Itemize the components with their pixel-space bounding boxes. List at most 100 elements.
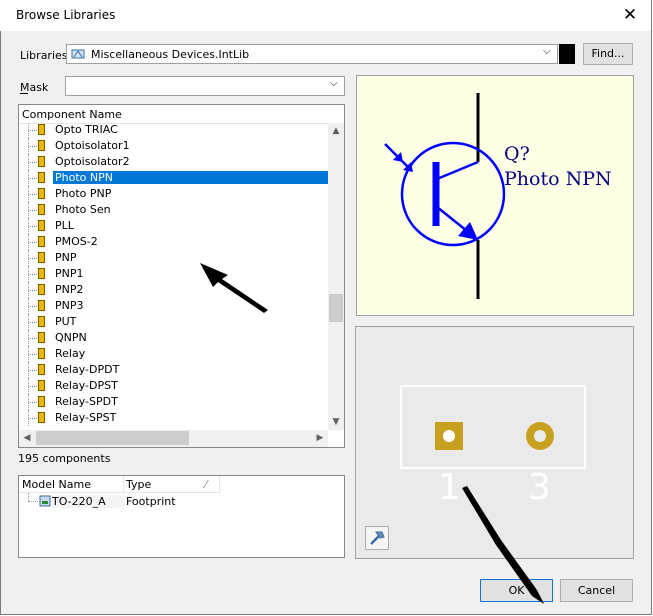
libraries-combobox[interactable]: Miscellaneous Devices.IntLib ⌵ xyxy=(66,44,558,64)
pad-1-square xyxy=(435,422,463,450)
tree-line xyxy=(28,501,38,502)
component-rows: Opto TRIAC Optoisolator1 Optoisolator2 Phot… xyxy=(19,123,328,430)
component-icon xyxy=(38,172,45,183)
list-item[interactable]: PNP1 xyxy=(19,266,325,282)
list-item[interactable]: Relay-SPST xyxy=(19,410,325,426)
component-count: 195 components xyxy=(18,452,111,465)
tree-line xyxy=(28,130,37,131)
scroll-down-icon[interactable]: ▼ xyxy=(328,414,344,430)
scroll-up-icon[interactable]: ▲ xyxy=(328,123,344,139)
component-name-header[interactable]: Component Name xyxy=(19,105,344,124)
list-item[interactable]: PNP3 xyxy=(19,298,325,314)
component-icon xyxy=(38,348,45,359)
horizontal-scroll-thumb[interactable] xyxy=(36,431,189,445)
list-item[interactable]: Photo NPN xyxy=(19,170,328,186)
tree-line xyxy=(28,226,37,227)
mask-combobox[interactable]: ⌵ xyxy=(65,76,345,96)
table-row[interactable]: TO-220_A Footprint xyxy=(19,493,344,509)
tree-line xyxy=(28,306,37,307)
column-type[interactable]: Type xyxy=(126,478,151,491)
ok-button[interactable]: OK xyxy=(480,579,553,602)
vertical-scroll-thumb[interactable] xyxy=(329,294,343,322)
component-icon xyxy=(38,316,45,327)
button-bar xyxy=(1,569,651,614)
list-item[interactable]: PMOS-2 xyxy=(19,234,325,250)
component-list-vertical-scrollbar[interactable]: ▲ ▼ xyxy=(328,123,344,430)
library-icon xyxy=(71,48,85,63)
tree-line xyxy=(28,386,37,387)
list-item-label: PNP1 xyxy=(55,267,84,280)
list-item[interactable]: Relay-DPDT xyxy=(19,362,325,378)
3d-view-button[interactable] xyxy=(365,526,389,550)
model-name-cell: TO-220_A xyxy=(52,495,124,508)
tree-line xyxy=(28,242,37,243)
tree-line xyxy=(28,162,37,163)
component-icon xyxy=(38,124,45,135)
tree-line xyxy=(28,178,37,179)
tree-line xyxy=(28,354,37,355)
find-button[interactable]: Find... xyxy=(583,43,633,65)
cancel-button[interactable]: Cancel xyxy=(560,579,633,602)
list-item[interactable]: PLL xyxy=(19,218,325,234)
footprint-preview: 1 3 xyxy=(355,326,634,559)
libraries-value: Miscellaneous Devices.IntLib xyxy=(91,48,250,61)
tree-line xyxy=(28,274,37,275)
component-icon xyxy=(38,380,45,391)
symbol-comment: Photo NPN xyxy=(504,168,612,190)
list-item[interactable]: QNPN xyxy=(19,330,325,346)
list-item-label: QNPN xyxy=(55,331,87,344)
list-item-label: Optoisolator1 xyxy=(55,139,130,152)
list-item[interactable]: Optoisolator1 xyxy=(19,138,325,154)
dialog-title: Browse Libraries xyxy=(16,8,116,22)
component-icon xyxy=(38,396,45,407)
list-item-label: Optoisolator2 xyxy=(55,155,130,168)
component-icon xyxy=(38,156,45,167)
list-item[interactable]: Relay-SPDT xyxy=(19,394,325,410)
list-item[interactable]: Photo Sen xyxy=(19,202,325,218)
component-list[interactable]: Component Name Opto TRIAC Optoisolator1 Op… xyxy=(18,104,345,448)
symbol-designator: Q? xyxy=(504,143,530,165)
column-model-name[interactable]: Model Name xyxy=(22,478,91,491)
model-table[interactable]: Model Name Type ⁄ TO-220_A Footprint xyxy=(18,475,345,558)
list-item-label: Photo Sen xyxy=(55,203,111,216)
sort-icon: ⁄ xyxy=(205,478,207,491)
list-item[interactable]: PNP2 xyxy=(19,282,325,298)
list-item[interactable]: PNP xyxy=(19,250,325,266)
list-item-label: Relay-SPST xyxy=(55,411,117,424)
list-item[interactable]: Optoisolator2 xyxy=(19,154,325,170)
component-icon xyxy=(38,412,45,423)
list-item-label: Relay-SPDT xyxy=(55,395,118,408)
list-item-label: PNP xyxy=(55,251,77,264)
list-item-label: Relay xyxy=(55,347,86,360)
component-icon xyxy=(38,140,45,151)
component-icon xyxy=(38,268,45,279)
list-item-label: PNP2 xyxy=(55,283,84,296)
list-item[interactable]: Relay-DPST xyxy=(19,378,325,394)
footprint-outline xyxy=(400,385,586,469)
list-item-label: Relay-DPST xyxy=(55,379,118,392)
close-button[interactable]: ✕ xyxy=(618,4,642,26)
pad-3-label: 3 xyxy=(528,467,551,508)
component-icon xyxy=(38,220,45,231)
list-item[interactable]: PUT xyxy=(19,314,325,330)
scroll-left-icon[interactable]: ◀ xyxy=(19,430,35,447)
list-item[interactable]: Photo PNP xyxy=(19,186,325,202)
pad-1-label: 1 xyxy=(438,467,461,508)
scroll-right-icon[interactable]: ▶ xyxy=(312,430,328,447)
tree-line xyxy=(28,146,37,147)
list-item[interactable]: Relay xyxy=(19,346,325,362)
list-item-label: Relay-DPDT xyxy=(55,363,120,376)
libraries-label: Libraries xyxy=(20,49,68,62)
library-color-swatch xyxy=(559,44,575,64)
list-item-label: PNP3 xyxy=(55,299,84,312)
tree-line xyxy=(28,493,29,501)
column-divider xyxy=(123,476,124,492)
list-item-label: Photo PNP xyxy=(55,187,112,200)
chevron-down-icon: ⌵ xyxy=(330,78,338,89)
component-list-horizontal-scrollbar[interactable]: ◀ ▶ xyxy=(19,430,328,447)
component-icon xyxy=(38,284,45,295)
tree-line xyxy=(28,338,37,339)
component-icon xyxy=(38,236,45,247)
pad-3-round xyxy=(526,422,554,450)
list-item[interactable]: Opto TRIAC xyxy=(19,123,325,138)
